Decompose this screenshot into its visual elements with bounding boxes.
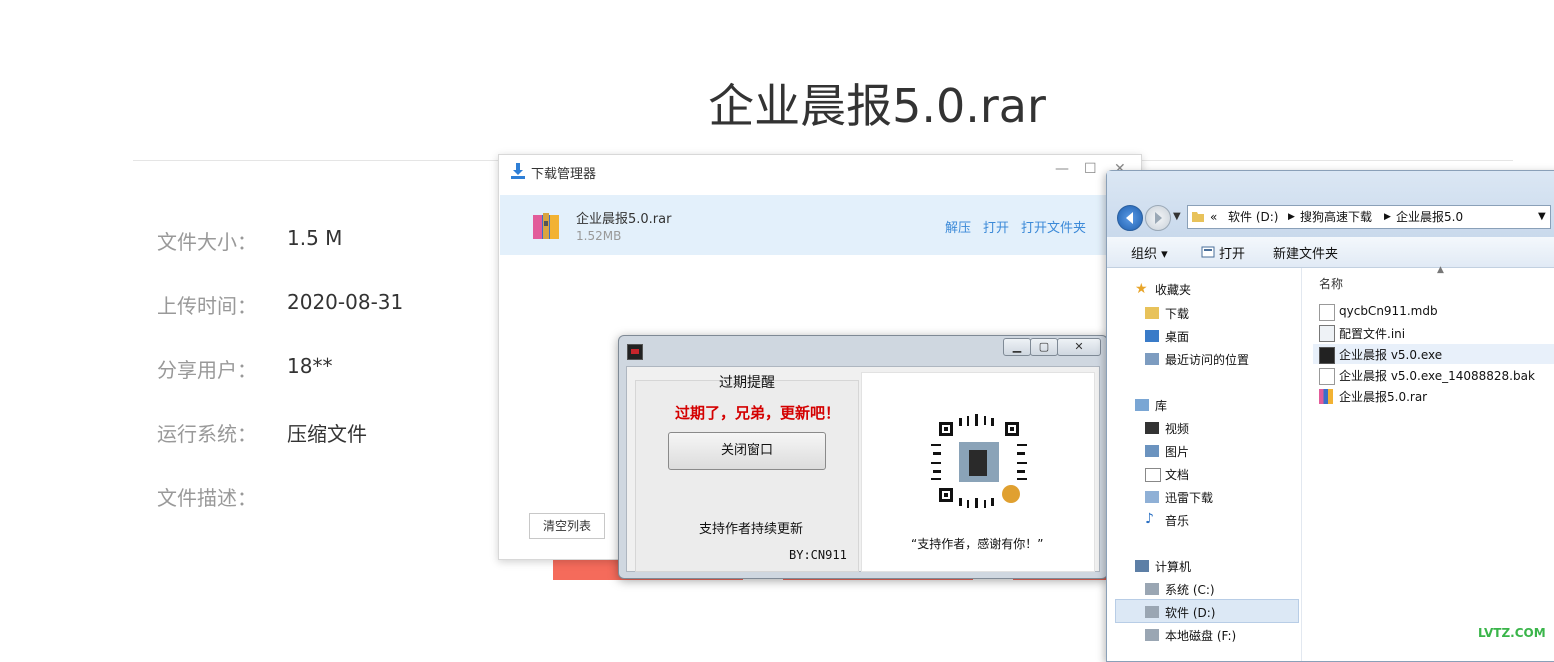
extract-link[interactable]: 解压 [945, 217, 971, 236]
new-folder-button[interactable]: 新建文件夹 [1273, 243, 1338, 262]
info-value-size: 1.5 M [287, 226, 343, 250]
dialog-minimize-button[interactable]: ▁ [1003, 338, 1031, 356]
info-label-system: 运行系统： [157, 422, 257, 446]
exe-app-icon [1319, 347, 1335, 364]
nav-header-favorites[interactable]: 收藏夹 [1155, 281, 1191, 298]
library-icon [1135, 399, 1149, 411]
thanks-text: “支持作者，感谢有你！” [911, 537, 1044, 551]
arrow-right-icon [1155, 212, 1162, 224]
music-icon: ♪ [1145, 511, 1154, 527]
system-drive-icon [1145, 583, 1159, 595]
info-value-system: 压缩文件 [287, 422, 367, 446]
thunder-download-icon [1145, 491, 1159, 503]
qr-code-icon [931, 414, 1027, 508]
expiry-dialog: ▁ ▢ ✕ 过期提醒 过期了，兄弟，更新吧！ 关闭窗口 支持作者持续更新 BY:… [618, 335, 1108, 579]
computer-icon [1135, 560, 1149, 572]
sort-ascending-icon: ▲ [1437, 265, 1444, 275]
nav-item-pictures[interactable]: 图片 [1165, 443, 1189, 460]
close-window-button[interactable]: 关闭窗口 [668, 432, 826, 470]
expired-message: 过期了，兄弟，更新吧！ [675, 404, 841, 422]
breadcrumb-separator-icon: ▶ [1384, 212, 1391, 222]
open-link[interactable]: 打开 [983, 217, 1009, 236]
documents-icon [1145, 468, 1161, 482]
address-prefix: « [1210, 210, 1218, 224]
support-text: 支持作者持续更新 [699, 522, 804, 537]
info-label-share-user: 分享用户： [157, 358, 257, 382]
file-mdb-icon [1319, 304, 1335, 321]
clear-list-button[interactable]: 清空列表 [529, 513, 605, 539]
info-label-description: 文件描述： [157, 486, 257, 510]
forward-button[interactable] [1145, 205, 1171, 231]
archive-icon [1319, 389, 1333, 404]
minimize-button[interactable]: — [1055, 161, 1069, 177]
folder-icon [1192, 212, 1204, 222]
author-credit: BY:CN911 [789, 548, 847, 562]
maximize-button[interactable]: ☐ [1084, 161, 1097, 177]
video-icon [1145, 422, 1159, 434]
nav-item-recent[interactable]: 最近访问的位置 [1165, 351, 1249, 368]
file-item[interactable]: 企业晨报 v5.0.exe [1339, 346, 1442, 363]
address-bar[interactable]: « 软件 (D:) ▶ 搜狗高速下载 ▶ 企业晨报5.0 ▼ [1187, 205, 1551, 229]
info-value-upload-time: 2020-08-31 [287, 290, 404, 314]
reminder-group-title: 过期提醒 [719, 375, 775, 391]
back-button[interactable] [1117, 205, 1143, 231]
download-icon [511, 163, 525, 179]
info-label-size: 文件大小： [157, 230, 257, 254]
nav-item-drive-c[interactable]: 系统 (C:) [1165, 581, 1215, 598]
desktop-icon [1145, 330, 1159, 342]
drive-icon [1145, 629, 1159, 641]
file-bak-icon [1319, 368, 1335, 385]
download-manager-title: 下载管理器 [531, 167, 597, 182]
nav-item-drive-f[interactable]: 本地磁盘 (F:) [1165, 627, 1236, 644]
file-item[interactable]: 企业晨报 v5.0.exe_14088828.bak [1339, 367, 1535, 384]
address-dropdown-icon[interactable]: ▼ [1538, 206, 1546, 228]
recent-places-icon [1145, 353, 1159, 365]
nav-item-thunder[interactable]: 迅雷下载 [1165, 489, 1213, 506]
history-dropdown-icon[interactable]: ▼ [1173, 211, 1181, 222]
download-file-size: 1.52MB [576, 229, 622, 243]
file-item[interactable]: 配置文件.ini [1339, 325, 1405, 342]
pictures-icon [1145, 445, 1159, 457]
info-label-upload-time: 上传时间： [157, 294, 257, 318]
dialog-maximize-button[interactable]: ▢ [1030, 338, 1058, 356]
explorer-window: ▼ « 软件 (D:) ▶ 搜狗高速下载 ▶ 企业晨报5.0 ▼ 组织 ▾ 打开… [1106, 170, 1554, 662]
page-title: 企业晨报5.0.rar [708, 79, 1046, 133]
column-header-name[interactable]: 名称 [1319, 275, 1343, 292]
nav-item-downloads[interactable]: 下载 [1165, 305, 1189, 322]
download-file-name: 企业晨报5.0.rar [576, 212, 672, 227]
downloads-folder-icon [1145, 307, 1159, 319]
archive-icon [533, 213, 559, 239]
info-value-share-user: 18** [287, 354, 333, 378]
nav-item-videos[interactable]: 视频 [1165, 420, 1189, 437]
nav-item-documents[interactable]: 文档 [1165, 466, 1189, 483]
drive-icon [1145, 606, 1159, 618]
nav-item-music[interactable]: 音乐 [1165, 512, 1189, 529]
watermark: LVTZ.COM [1478, 626, 1546, 640]
address-segment-current[interactable]: 企业晨报5.0 [1396, 206, 1463, 228]
organize-menu[interactable]: 组织 ▾ [1131, 243, 1168, 262]
breadcrumb-separator-icon: ▶ [1288, 212, 1295, 222]
nav-header-libraries[interactable]: 库 [1155, 397, 1167, 414]
settings-file-icon [1319, 325, 1335, 342]
address-segment-drive[interactable]: 软件 (D:) [1228, 206, 1278, 228]
open-icon [1201, 246, 1215, 258]
nav-item-desktop[interactable]: 桌面 [1165, 328, 1189, 345]
app-icon [627, 344, 643, 360]
star-icon: ★ [1135, 281, 1148, 297]
nav-header-computer[interactable]: 计算机 [1155, 558, 1191, 575]
nav-item-drive-d[interactable]: 软件 (D:) [1165, 604, 1215, 621]
arrow-left-icon [1126, 212, 1133, 224]
file-item[interactable]: qycbCn911.mdb [1339, 304, 1438, 318]
address-segment-folder[interactable]: 搜狗高速下载 [1300, 206, 1372, 228]
dialog-close-button[interactable]: ✕ [1057, 338, 1101, 356]
file-item[interactable]: 企业晨报5.0.rar [1339, 388, 1427, 405]
open-button[interactable]: 打开 [1219, 243, 1245, 262]
open-folder-link[interactable]: 打开文件夹 [1021, 217, 1086, 236]
